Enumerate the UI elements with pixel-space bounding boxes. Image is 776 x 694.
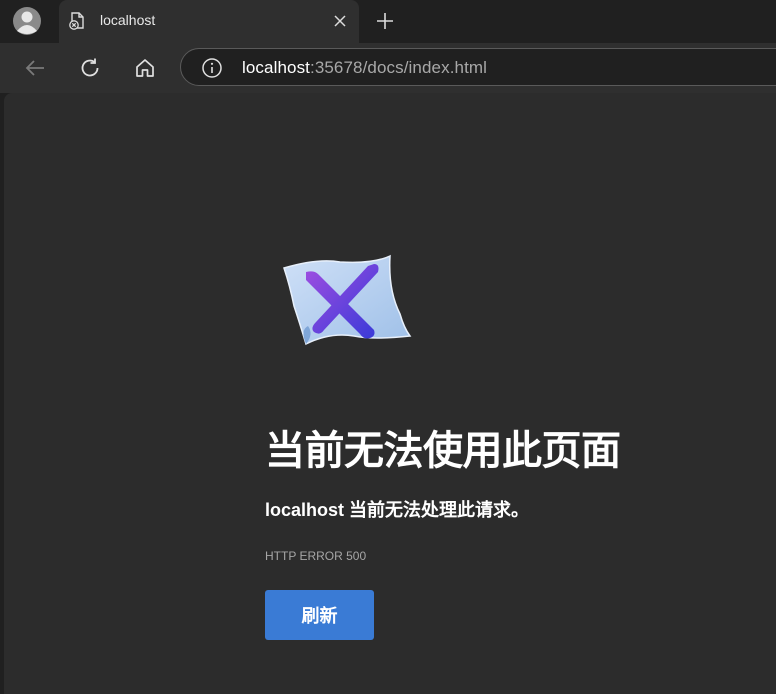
address-bar[interactable]: localhost:35678/docs/index.html bbox=[180, 48, 776, 86]
browser-toolbar: localhost:35678/docs/index.html bbox=[0, 43, 776, 93]
new-tab-button[interactable] bbox=[372, 8, 398, 34]
error-page-icon bbox=[68, 11, 88, 31]
url-text[interactable]: localhost:35678/docs/index.html bbox=[242, 58, 487, 78]
refresh-button[interactable]: 刷新 bbox=[265, 590, 374, 640]
site-info-icon[interactable] bbox=[201, 57, 223, 79]
close-tab-button[interactable] bbox=[329, 10, 351, 32]
error-title: 当前无法使用此页面 bbox=[265, 429, 621, 473]
page-content bbox=[4, 93, 776, 694]
error-illustration bbox=[283, 254, 412, 346]
home-icon bbox=[136, 59, 154, 77]
home-button[interactable] bbox=[130, 53, 160, 83]
url-host: localhost bbox=[242, 58, 310, 77]
profile-avatar-button[interactable] bbox=[10, 5, 44, 37]
tab-title: localhost bbox=[100, 12, 156, 28]
close-icon bbox=[334, 15, 346, 27]
profile-icon bbox=[13, 7, 41, 35]
error-code: HTTP ERROR 500 bbox=[265, 549, 367, 563]
reload-icon bbox=[81, 58, 99, 77]
back-button[interactable] bbox=[20, 53, 50, 83]
tab-strip: localhost bbox=[0, 0, 776, 43]
url-path: :35678/docs/index.html bbox=[310, 58, 488, 77]
reload-button[interactable] bbox=[75, 53, 105, 83]
arrow-left-icon bbox=[25, 60, 44, 76]
active-tab[interactable]: localhost bbox=[59, 0, 359, 43]
plus-icon bbox=[377, 13, 393, 29]
error-detail: localhost 当前无法处理此请求。 bbox=[265, 500, 530, 520]
